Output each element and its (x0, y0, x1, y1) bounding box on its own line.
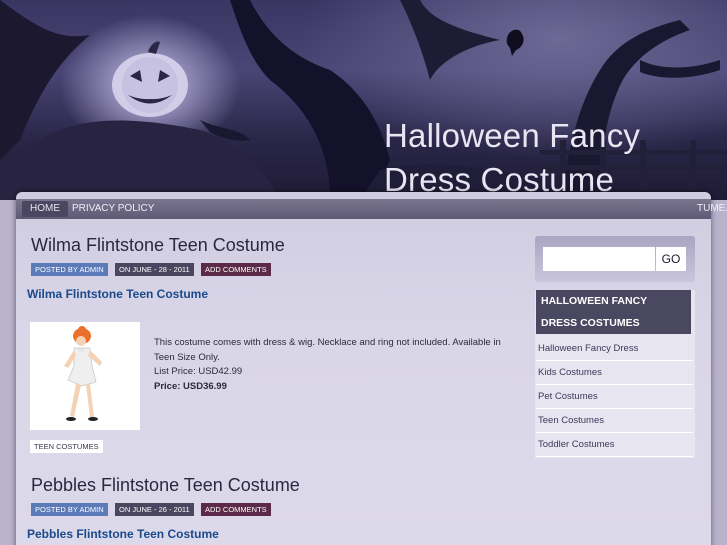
site-header: Halloween Fancy Dress Costume (0, 0, 727, 200)
post-body: This costume comes with dress & wig. Nec… (154, 336, 514, 394)
nav-overflow-text: TUME. (697, 203, 727, 214)
post-title[interactable]: Pebbles Flintstone Teen Costume (31, 475, 300, 496)
categories-heading: HALLOWEEN FANCY DRESS COSTUMES (536, 290, 691, 334)
category-tag[interactable]: TEEN COSTUMES (30, 440, 103, 453)
post-product-link[interactable]: Wilma Flintstone Teen Costume (27, 287, 208, 301)
post-description: This costume comes with dress & wig. Nec… (154, 337, 501, 363)
post-date-badge: ON JUNE - 28 - 2011 (115, 263, 194, 276)
post-author-badge: POSTED BY ADMIN (31, 263, 108, 276)
category-link-pet-costumes[interactable]: Pet Costumes (536, 385, 693, 409)
category-link-kids-costumes[interactable]: Kids Costumes (536, 361, 693, 385)
costume-figure-icon (64, 326, 102, 421)
costume-thumbnail[interactable] (30, 322, 140, 430)
list-price: List Price: USD42.99 (154, 366, 243, 377)
search-go-button[interactable]: GO (656, 247, 686, 271)
post-product-link[interactable]: Pebbles Flintstone Teen Costume (27, 527, 219, 541)
post-date-badge: ON JUNE - 26 - 2011 (115, 503, 194, 516)
site-title[interactable]: Halloween Fancy Dress Costume (384, 114, 724, 200)
add-comments-link[interactable]: ADD COMMENTS (201, 503, 271, 516)
sale-price: Price: USD36.99 (154, 380, 227, 392)
category-link-toddler-costumes[interactable]: Toddler Costumes (536, 433, 693, 457)
nav-home-link[interactable]: HOME (22, 201, 68, 217)
post-title[interactable]: Wilma Flintstone Teen Costume (31, 235, 285, 256)
search-input[interactable] (543, 247, 655, 271)
post-author-badge: POSTED BY ADMIN (31, 503, 108, 516)
nav-privacy-link[interactable]: PRIVACY POLICY (64, 201, 162, 217)
category-link-halloween-fancy-dress[interactable]: Halloween Fancy Dress (536, 337, 693, 361)
add-comments-link[interactable]: ADD COMMENTS (201, 263, 271, 276)
category-link-teen-costumes[interactable]: Teen Costumes (536, 409, 693, 433)
